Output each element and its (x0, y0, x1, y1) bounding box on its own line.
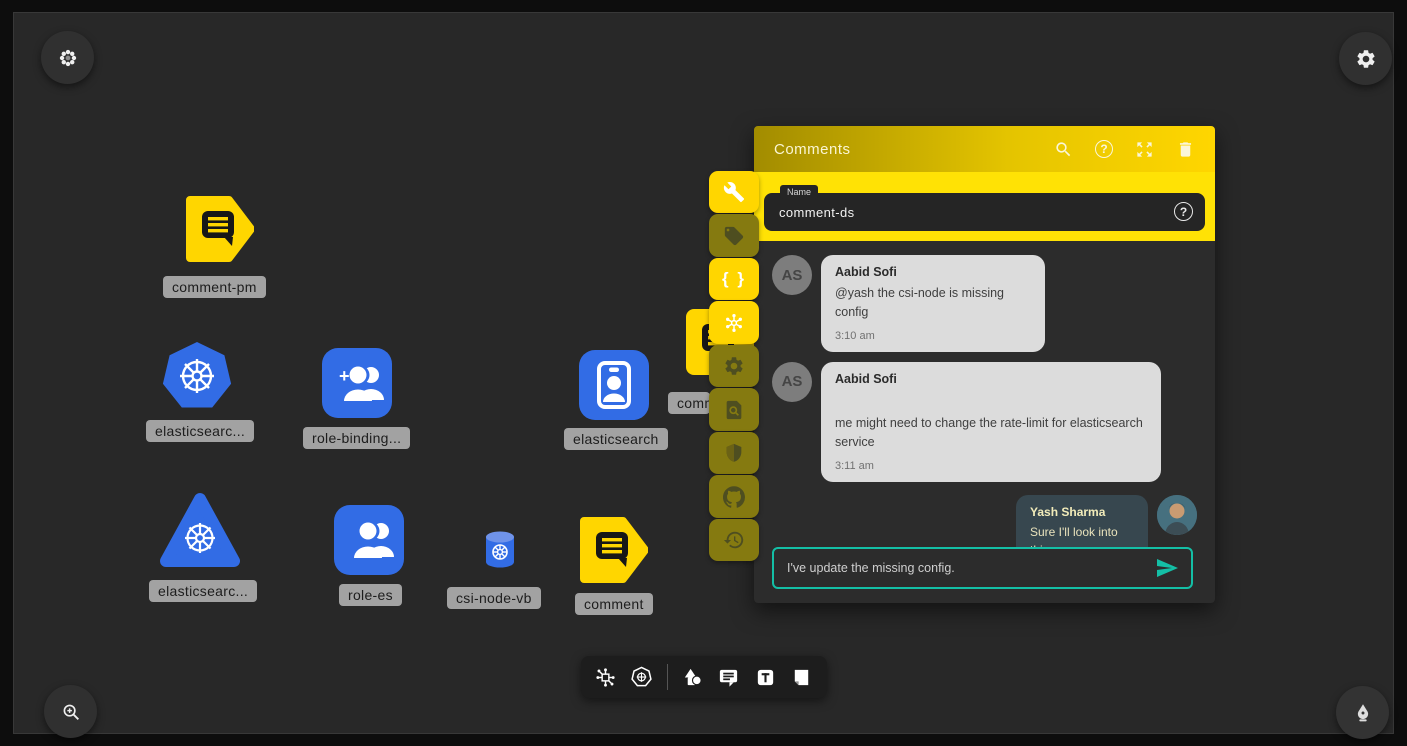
doc-search-icon (723, 399, 745, 421)
expand-icon[interactable] (1135, 140, 1154, 159)
avatar-photo (1157, 495, 1197, 535)
message-text: @yash the csi-node is missing config (835, 284, 1031, 323)
node-label: csi-node-vb (447, 587, 541, 609)
comment-icon[interactable] (717, 666, 740, 689)
search-icon[interactable] (1054, 140, 1073, 159)
node-label: role-es (339, 584, 402, 606)
node-role-es[interactable] (334, 505, 404, 575)
name-input[interactable] (764, 205, 1205, 220)
history-icon (723, 529, 745, 551)
message: AS Aabid Sofi me might need to change th… (772, 362, 1197, 482)
toolbar-shield[interactable] (709, 432, 759, 474)
message-text: me might need to change the rate-limit f… (835, 414, 1147, 453)
role-icon (334, 505, 404, 575)
trash-icon[interactable] (1176, 140, 1195, 159)
toolbar-github[interactable] (709, 475, 759, 517)
kubernetes-icon[interactable] (630, 666, 653, 689)
name-help-icon[interactable]: ? (1174, 202, 1193, 221)
name-field-wrap: Name ? (764, 193, 1205, 231)
toolbar-wrench[interactable] (709, 171, 759, 213)
settings-gear-icon (1355, 48, 1377, 70)
design-canvas[interactable]: comment-pm elasticsearc... + role-bindin… (13, 12, 1394, 734)
plus-glyph: + (339, 366, 350, 386)
kubernetes-icon (162, 341, 232, 411)
send-icon[interactable] (1155, 556, 1179, 580)
node-label: elasticsearc... (146, 420, 254, 442)
service-account-icon (579, 350, 649, 420)
comments-panel-header[interactable]: Comments ? (754, 126, 1215, 172)
avatar-initials: AS (772, 362, 812, 402)
toolbar-settings[interactable] (709, 345, 759, 387)
shield-icon (723, 442, 745, 464)
avatar-initials: AS (772, 255, 812, 295)
settings-button[interactable] (1339, 32, 1392, 85)
message-author: Yash Sharma (1030, 505, 1134, 519)
role-binding-icon: + (322, 348, 392, 418)
github-icon (723, 486, 745, 508)
shapes-icon[interactable] (681, 666, 704, 689)
panel-title: Comments (774, 141, 1032, 158)
toolbar-tags[interactable] (709, 214, 759, 256)
zoom-button[interactable] (44, 685, 97, 738)
braces-icon: { } (722, 269, 746, 289)
storage-cylinder-icon (484, 531, 516, 568)
node-label: comm (668, 392, 710, 414)
toolbar-doc-search[interactable] (709, 388, 759, 430)
name-section: Name ? (754, 172, 1215, 241)
toolbar-braces[interactable]: { } (709, 258, 759, 300)
comments-panel: Comments ? Name ? AS (754, 126, 1215, 603)
design-icon[interactable] (594, 666, 617, 689)
comment-shape-icon (182, 193, 254, 265)
user-photo-icon (1157, 495, 1197, 535)
kanvas-menu-button[interactable] (41, 31, 94, 84)
text-icon[interactable] (754, 666, 777, 689)
node-role-binding[interactable]: + (322, 348, 392, 418)
toolbar-hub[interactable] (709, 301, 759, 343)
kanvas-flower-icon (57, 47, 79, 69)
tags-icon (723, 225, 745, 247)
message-author: Aabid Sofi (835, 372, 1147, 386)
shape-palette-toolbar (581, 656, 827, 698)
message-bubble: Aabid Sofi me might need to change the r… (821, 362, 1161, 482)
toolbar-divider (667, 664, 668, 690)
hub-icon (723, 312, 745, 334)
node-label: role-binding... (303, 427, 410, 449)
message-author: Aabid Sofi (835, 265, 1031, 279)
help-icon[interactable]: ? (1095, 140, 1113, 158)
node-elasticsearch-heptagon[interactable] (162, 341, 232, 411)
composer-input[interactable] (774, 561, 1155, 575)
node-label: comment (575, 593, 653, 615)
kubernetes-triangle-icon (160, 491, 240, 569)
node-label: elasticsearch (564, 428, 668, 450)
message-time: 3:10 am (835, 330, 1031, 342)
node-comment[interactable] (576, 514, 648, 586)
wrench-icon (723, 181, 745, 203)
pen-tool-icon (1352, 702, 1374, 724)
node-label: elasticsearc... (149, 580, 257, 602)
zoom-in-icon (60, 701, 82, 723)
node-csi-node-vb[interactable] (484, 531, 516, 568)
composer (772, 547, 1193, 589)
messages-list: AS Aabid Sofi @yash the csi-node is miss… (754, 241, 1215, 587)
node-elasticsearch-triangle[interactable] (160, 491, 240, 569)
node-label: comment-pm (163, 276, 266, 298)
gear-icon (723, 355, 745, 377)
name-field-label: Name (780, 185, 818, 199)
toolbar-history[interactable] (709, 519, 759, 561)
node-elasticsearch-badge[interactable] (579, 350, 649, 420)
message-bubble: Aabid Sofi @yash the csi-node is missing… (821, 255, 1045, 352)
node-action-toolbar: { } (709, 171, 759, 562)
whiteboard-pen-button[interactable] (1336, 686, 1389, 739)
comment-shape-icon (576, 514, 648, 586)
message: AS Aabid Sofi @yash the csi-node is miss… (772, 255, 1197, 352)
message-time: 3:11 am (835, 460, 1147, 472)
node-comment-pm[interactable] (182, 193, 254, 265)
note-icon[interactable] (790, 666, 813, 689)
